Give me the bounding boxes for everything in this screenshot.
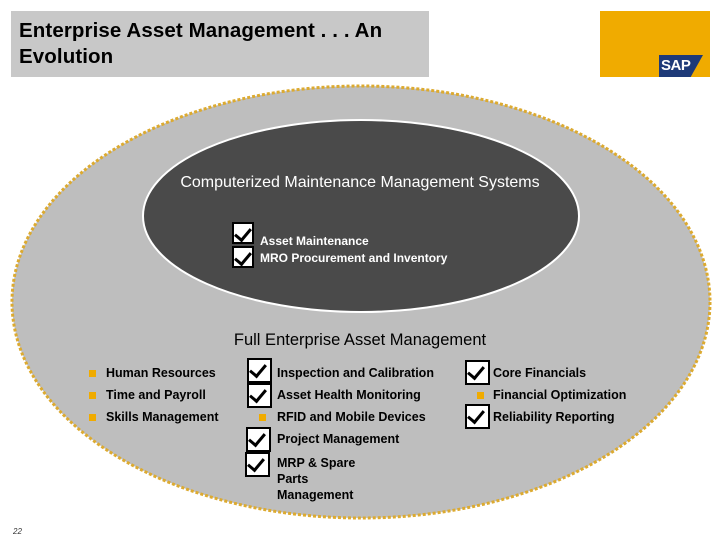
list-item: Human Resources — [106, 366, 216, 380]
list-item: Project Management — [277, 432, 400, 446]
list-item: MRP & Spare Parts Management — [277, 456, 356, 502]
bullet-icon — [89, 370, 96, 377]
inner-item: MRO Procurement and Inventory — [260, 251, 448, 265]
check-icon — [232, 246, 254, 268]
check-icon — [465, 404, 490, 429]
page-number: 22 — [13, 527, 22, 536]
bullet-icon — [259, 414, 266, 421]
bullet-icon — [89, 414, 96, 421]
outer-ellipse-title: Full Enterprise Asset Management — [233, 331, 487, 349]
inner-ellipse-title: Computerized Maintenance Management Syst… — [180, 174, 540, 191]
list-item: Asset Health Monitoring — [277, 388, 421, 402]
list-item: Skills Management — [106, 410, 219, 424]
list-item: Reliability Reporting — [493, 410, 615, 424]
check-icon — [465, 360, 490, 385]
check-icon — [246, 427, 271, 452]
inner-ellipse — [142, 119, 580, 313]
check-icon — [247, 383, 272, 408]
bullet-icon — [477, 392, 484, 399]
list-item: Financial Optimization — [493, 388, 627, 402]
list-item: Core Financials — [493, 366, 587, 380]
inner-item: Asset Maintenance — [260, 234, 369, 248]
bullet-icon — [89, 392, 96, 399]
list-item: RFID and Mobile Devices — [277, 410, 426, 424]
list-item: Inspection and Calibration — [277, 366, 434, 380]
list-item: Time and Payroll — [106, 388, 206, 402]
check-icon — [247, 358, 272, 383]
check-icon — [232, 222, 254, 244]
check-icon — [245, 452, 270, 477]
